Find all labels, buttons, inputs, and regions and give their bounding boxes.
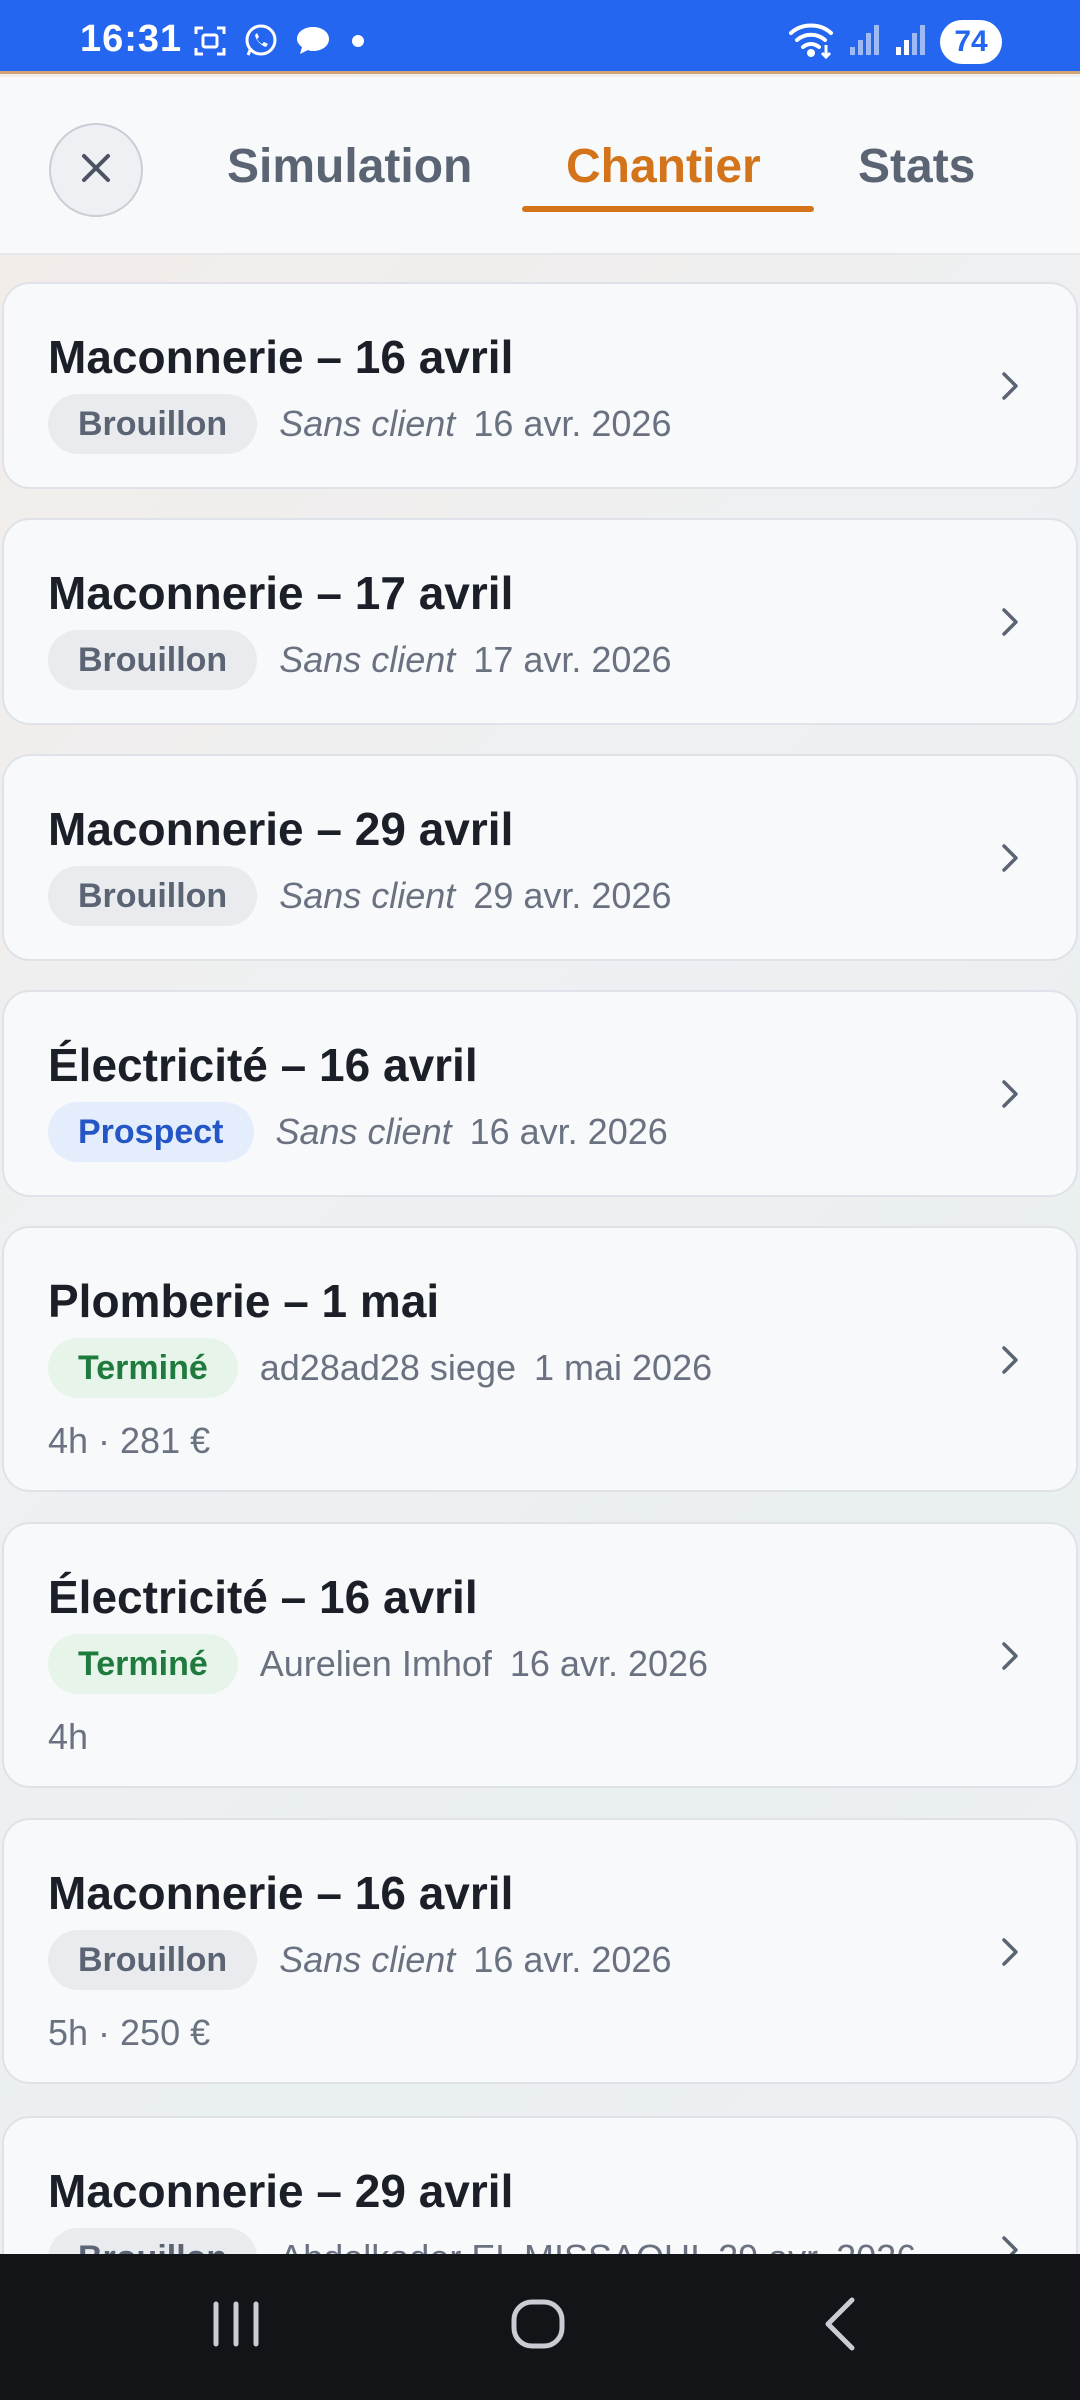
card-title: Plomberie – 1 mai: [48, 1275, 440, 1327]
home-icon[interactable]: [508, 2294, 568, 2359]
card-date: 16 avr. 2026: [469, 1111, 668, 1152]
card-meta: Brouillon Sans client 16 avr. 2026: [48, 1930, 671, 1990]
status-badge: Brouillon: [48, 1930, 258, 1990]
card-summary: 4h: [48, 1716, 89, 1757]
status-badge: Terminé: [48, 1634, 238, 1694]
close-icon: [78, 150, 114, 191]
client-name: Aurelien Imhof: [259, 1643, 492, 1684]
chevron-right-icon: [998, 1934, 1022, 1975]
close-button[interactable]: [49, 123, 143, 217]
card-title: Maconnerie – 29 avril: [48, 2165, 514, 2217]
card-summary: 4h · 281 €: [48, 1420, 211, 1461]
tab-chantier[interactable]: Chantier: [566, 139, 761, 194]
card-title: Maconnerie – 17 avril: [48, 567, 514, 619]
signal-icon: [894, 23, 926, 62]
list-item[interactable]: Maconnerie – 16 avril Brouillon Sans cli…: [2, 282, 1078, 489]
card-meta: Prospect Sans client 16 avr. 2026: [48, 1102, 668, 1162]
status-right: 74: [788, 20, 1002, 64]
active-tab-indicator: [522, 206, 814, 212]
screenshot-icon: [192, 23, 228, 59]
chevron-right-icon: [998, 604, 1022, 645]
client-name: ad28ad28 siege: [259, 1347, 516, 1388]
client-name: Sans client: [279, 875, 456, 916]
tab-stats[interactable]: Stats: [858, 139, 975, 194]
card-title: Électricité – 16 avril: [48, 1571, 478, 1623]
list-item[interactable]: Plomberie – 1 mai Terminé ad28ad28 siege…: [2, 1226, 1078, 1492]
chat-icon: [294, 23, 332, 59]
card-meta: Terminé ad28ad28 siege 1 mai 2026: [48, 1338, 712, 1398]
client-name: Sans client: [275, 1111, 452, 1152]
card-meta: Brouillon Sans client 17 avr. 2026: [48, 630, 671, 690]
tab-simulation[interactable]: Simulation: [227, 139, 472, 194]
chevron-right-icon: [998, 1638, 1022, 1679]
card-date: 16 avr. 2026: [509, 1643, 709, 1684]
card-meta: Brouillon Sans client 29 avr. 2026: [48, 866, 671, 926]
status-time: 16:31: [80, 18, 183, 60]
chevron-right-icon: [998, 368, 1022, 409]
client-name: Sans client: [279, 403, 456, 444]
status-badge: Brouillon: [48, 394, 258, 454]
card-title: Maconnerie – 29 avril: [48, 803, 514, 855]
card-title: Maconnerie – 16 avril: [48, 1867, 514, 1919]
list-item[interactable]: Maconnerie – 17 avril Brouillon Sans cli…: [2, 518, 1078, 725]
card-title: Électricité – 16 avril: [48, 1039, 478, 1091]
signal-icon: [848, 23, 880, 62]
list-item[interactable]: Maconnerie – 29 avril Brouillon Sans cli…: [2, 754, 1078, 961]
header: Simulation Chantier Stats: [0, 77, 1080, 255]
status-bar: 16:31 74: [0, 0, 1080, 74]
chevron-right-icon: [998, 1076, 1022, 1117]
client-name: Sans client: [279, 639, 456, 680]
recent-apps-icon[interactable]: [206, 2294, 266, 2359]
chevron-right-icon: [998, 840, 1022, 881]
card-date: 16 avr. 2026: [473, 1939, 672, 1980]
battery-indicator: 74: [940, 20, 1002, 64]
card-date: 1 mai 2026: [534, 1347, 713, 1388]
list-item[interactable]: Électricité – 16 avril Terminé Aurelien …: [2, 1522, 1078, 1788]
chevron-right-icon: [998, 1342, 1022, 1383]
card-meta: Terminé Aurelien Imhof 16 avr. 2026: [48, 1634, 708, 1694]
card-title: Maconnerie – 16 avril: [48, 331, 514, 383]
card-summary: 5h · 250 €: [48, 2012, 211, 2053]
card-date: 17 avr. 2026: [473, 639, 672, 680]
status-badge: Terminé: [48, 1338, 238, 1398]
card-date: 16 avr. 2026: [473, 403, 672, 444]
whatsapp-icon: [242, 22, 280, 60]
dot-icon: [346, 29, 370, 53]
status-badge: Brouillon: [48, 866, 258, 926]
navigation-bar: [0, 2254, 1080, 2400]
back-icon[interactable]: [812, 2294, 872, 2359]
status-badge: Prospect: [48, 1102, 254, 1162]
card-date: 29 avr. 2026: [473, 875, 672, 916]
notification-icons: [192, 22, 370, 60]
list-item[interactable]: Électricité – 16 avril Prospect Sans cli…: [2, 990, 1078, 1197]
client-name: Sans client: [279, 1939, 456, 1980]
wifi-icon: [788, 21, 834, 64]
card-meta: Brouillon Sans client 16 avr. 2026: [48, 394, 671, 454]
list-item[interactable]: Maconnerie – 16 avril Brouillon Sans cli…: [2, 1818, 1078, 2084]
status-badge: Brouillon: [48, 630, 258, 690]
